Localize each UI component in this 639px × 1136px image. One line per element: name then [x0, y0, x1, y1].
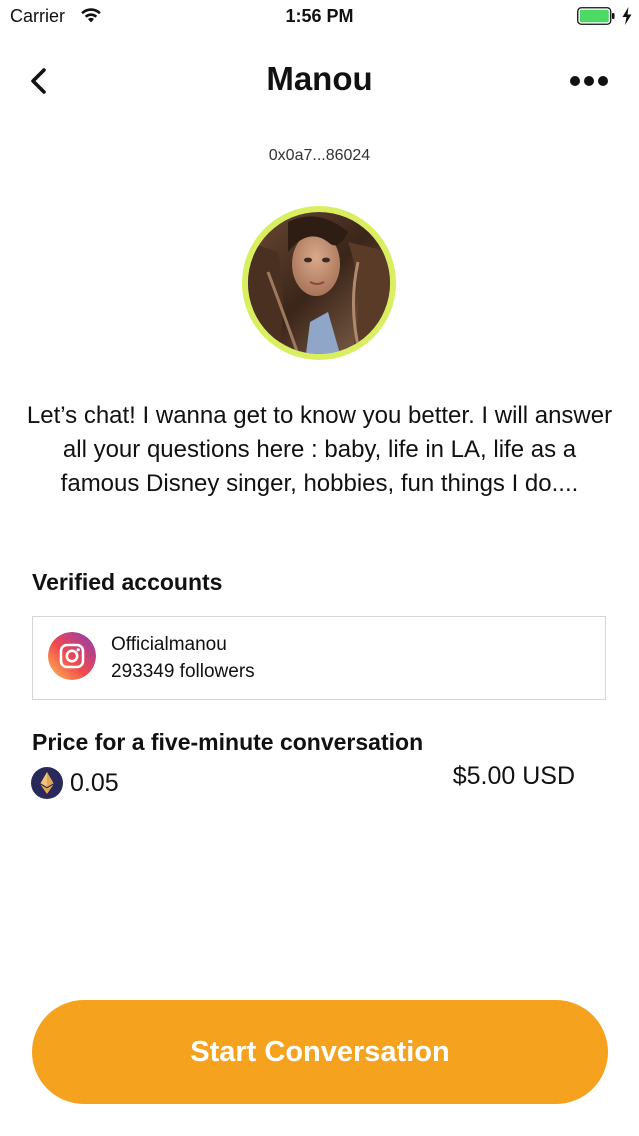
verified-account-card[interactable]: Officialmanou 293349 followers: [32, 616, 606, 700]
more-horizontal-icon: [570, 76, 608, 86]
eth-price: 0.05: [70, 769, 119, 797]
verified-accounts-heading: Verified accounts: [32, 569, 223, 595]
account-handle: Officialmanou: [111, 634, 227, 655]
start-conversation-button[interactable]: Start Conversation: [32, 1000, 608, 1104]
profile-photo: [248, 212, 390, 354]
price-heading: Price for a five-minute conversation: [32, 729, 424, 755]
more-options-button[interactable]: [566, 66, 612, 96]
instagram-icon: [48, 632, 96, 680]
navigation-header: Manou: [0, 50, 639, 110]
status-bar: Carrier 1:56 PM: [0, 0, 639, 34]
usd-price: $5.00 USD: [452, 762, 575, 790]
avatar: [248, 212, 390, 354]
avatar-ring: [242, 206, 396, 360]
profile-bio: Let’s chat! I wanna get to know you bett…: [26, 402, 613, 497]
charging-bolt-icon: [622, 7, 632, 25]
page-title: Manou: [266, 60, 373, 97]
status-time: 1:56 PM: [285, 6, 354, 26]
account-followers: 293349 followers: [111, 661, 255, 682]
wallet-address: 0x0a7...86024: [268, 147, 371, 164]
battery-icon: [577, 7, 615, 25]
ethereum-icon: [31, 767, 63, 799]
